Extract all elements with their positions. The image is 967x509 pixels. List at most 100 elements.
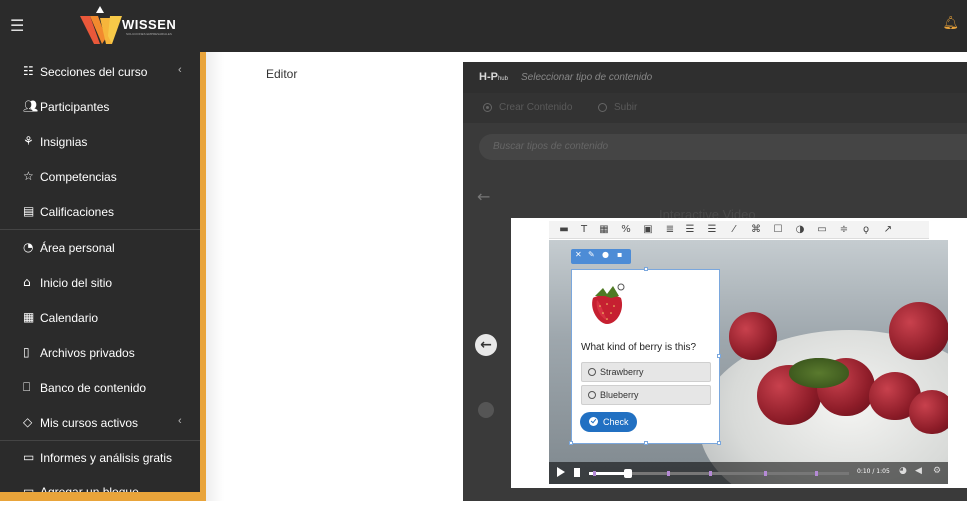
single-choice-icon[interactable]: ☰ xyxy=(683,223,697,237)
box-icon: ⎕ xyxy=(23,380,31,394)
sidebar-item-area-personal[interactable]: ◔ Área personal xyxy=(0,230,200,265)
summary-icon[interactable]: ☐ xyxy=(771,223,785,237)
h5p-search-input[interactable]: Buscar tipos de contenido xyxy=(479,134,967,160)
check-button[interactable]: Check xyxy=(580,412,637,432)
answer-label: Strawberry xyxy=(600,367,644,377)
sidebar-item-mis-cursos-activos[interactable]: ◇ Mis cursos activos ‹ xyxy=(0,405,200,440)
notification-bell-icon[interactable]: 🔔︎ xyxy=(942,16,959,31)
sidebar-item-calificaciones[interactable]: ▤ Calificaciones xyxy=(0,194,200,229)
editor-label: Editor xyxy=(266,67,298,81)
label-icon[interactable]: ▬ xyxy=(557,223,571,237)
sidebar-item-archivos-privados[interactable]: ▯ Archivos privados xyxy=(0,335,200,370)
tab-create-content[interactable]: Crear Contenido xyxy=(499,102,572,113)
interaction-marker xyxy=(667,471,670,476)
brand-name: WISSEN xyxy=(122,17,177,32)
seek-handle[interactable] xyxy=(624,469,632,478)
h5p-tabs: Crear Contenido Subir xyxy=(463,93,967,123)
drag-drop-icon[interactable]: ⌘ xyxy=(749,223,763,237)
top-navbar: ☰ WISSEN SOLUCIONES EMPRESARIALES 🔔︎ xyxy=(0,0,967,52)
move-icon[interactable]: ✕ xyxy=(575,250,582,259)
sidebar-item-banco-de-contenido[interactable]: ⎕ Banco de contenido xyxy=(0,370,200,405)
text-icon[interactable]: T xyxy=(577,223,591,237)
h5p-logo: H-Phub xyxy=(479,71,508,83)
prev-arrow-icon[interactable]: ← xyxy=(475,334,497,356)
star-icon: ☆ xyxy=(23,169,34,183)
link-icon[interactable]: % xyxy=(619,223,633,237)
crossroads-icon[interactable]: ◑ xyxy=(793,223,807,237)
interaction-marker xyxy=(709,471,712,476)
search-placeholder: Buscar tipos de contenido xyxy=(493,141,609,152)
sidebar-item-participantes[interactable]: 👥︎ Participantes xyxy=(0,89,200,124)
wissen-logo-mark xyxy=(80,6,122,44)
sidebar-item-label: Área personal xyxy=(40,240,115,255)
video-controls: 0:10 / 1:05 ◕ ◀︎ ⚙ xyxy=(549,462,948,484)
statements-icon[interactable]: ≣ xyxy=(663,223,677,237)
radio-icon xyxy=(588,368,596,376)
sidebar-item-secciones-del-curso[interactable]: ☷ Secciones del curso ‹ xyxy=(0,54,200,89)
interaction-marker xyxy=(815,471,818,476)
sidebar: ☷ Secciones del curso ‹ 👥︎ Participantes… xyxy=(0,52,206,501)
sidebar-item-insignias[interactable]: ⚘ Insignias xyxy=(0,124,200,159)
sidebar-item-competencias[interactable]: ☆ Competencias xyxy=(0,159,200,194)
sidebar-item-label: Inicio del sitio xyxy=(40,275,113,290)
delete-icon[interactable]: ▪ xyxy=(617,250,622,259)
resize-handle[interactable] xyxy=(644,441,648,445)
resize-handle[interactable] xyxy=(569,441,573,445)
video-strawberry xyxy=(729,312,777,360)
free-text-icon[interactable]: ↗ xyxy=(881,223,895,237)
image-icon[interactable]: ▣ xyxy=(641,223,655,237)
multiple-choice-icon[interactable]: ☰ xyxy=(705,223,719,237)
radio-create-icon[interactable] xyxy=(483,103,492,112)
list-icon: ☷ xyxy=(23,64,34,78)
files-icon: ▯ xyxy=(23,345,30,359)
volume-icon[interactable]: ◀︎ xyxy=(915,466,922,476)
badge-icon: ⚘ xyxy=(23,134,34,148)
copy-icon[interactable]: ● xyxy=(602,250,609,259)
resize-handle[interactable] xyxy=(717,354,721,358)
book-icon: ▤ xyxy=(23,204,35,218)
tab-upload[interactable]: Subir xyxy=(614,102,637,113)
sidebar-item-calendario[interactable]: ▦ Calendario xyxy=(0,300,200,335)
secondary-circle-button[interactable] xyxy=(478,402,494,418)
seek-bar[interactable] xyxy=(589,469,849,478)
sidebar-item-label: Informes y análisis gratis xyxy=(40,450,173,465)
sidebar-active-indicator xyxy=(0,492,206,501)
sidebar-item-informes[interactable]: ▭ Informes y análisis gratis xyxy=(0,440,200,475)
radio-upload-icon[interactable] xyxy=(598,103,607,112)
chevron-left-icon[interactable]: ‹ xyxy=(178,64,182,76)
fill-blanks-icon[interactable]: ≑ xyxy=(837,223,851,237)
radio-icon xyxy=(588,391,596,399)
interaction-toolbar: ▬ T ▦ % ▣ ≣ ☰ ☰ ⁄ ⌘ ☐ ◑ ▭ ≑ ϙ ↗ xyxy=(549,221,929,239)
h5p-hub-header[interactable]: H-Phub Seleccionar tipo de contenido xyxy=(463,62,967,93)
sidebar-item-label: Secciones del curso xyxy=(40,64,148,79)
mark-words-icon[interactable]: ϙ xyxy=(859,223,873,237)
question-text: What kind of berry is this? xyxy=(581,342,697,353)
check-button-label: Check xyxy=(603,417,629,427)
users-icon: 👥︎ xyxy=(23,99,39,113)
answer-label: Blueberry xyxy=(600,390,639,400)
back-arrow-icon[interactable]: ← xyxy=(477,187,490,206)
bookmark-icon[interactable] xyxy=(574,468,580,477)
check-circle-icon xyxy=(589,417,598,426)
brand-subtitle: SOLUCIONES EMPRESARIALES xyxy=(126,32,172,36)
table-icon[interactable]: ▦ xyxy=(597,223,611,237)
answer-option-strawberry[interactable]: Strawberry xyxy=(581,362,711,382)
play-icon[interactable] xyxy=(557,467,565,477)
edit-icon[interactable]: ✎ xyxy=(588,250,595,259)
fullscreen-icon[interactable]: ⚙ xyxy=(933,466,941,476)
sidebar-item-label: Calificaciones xyxy=(40,204,115,219)
graduation-cap-icon: ◇ xyxy=(23,415,33,429)
speed-icon[interactable]: ◕ xyxy=(899,466,907,476)
hamburger-menu-icon[interactable]: ☰ xyxy=(10,16,24,35)
video-time: 0:10 / 1:05 xyxy=(857,468,890,475)
navigation-hotspot-icon[interactable]: ▭ xyxy=(815,223,829,237)
h5p-hub-title: Seleccionar tipo de contenido xyxy=(521,72,653,83)
resize-handle[interactable] xyxy=(717,441,721,445)
resize-handle[interactable] xyxy=(644,267,648,271)
true-false-icon[interactable]: ⁄ xyxy=(727,223,741,237)
chevron-left-icon[interactable]: ‹ xyxy=(178,415,182,427)
strawberry-image xyxy=(592,283,625,324)
answer-option-blueberry[interactable]: Blueberry xyxy=(581,385,711,405)
sidebar-item-inicio-del-sitio[interactable]: ⌂ Inicio del sitio xyxy=(0,265,200,300)
sidebar-item-label: Archivos privados xyxy=(40,345,135,360)
